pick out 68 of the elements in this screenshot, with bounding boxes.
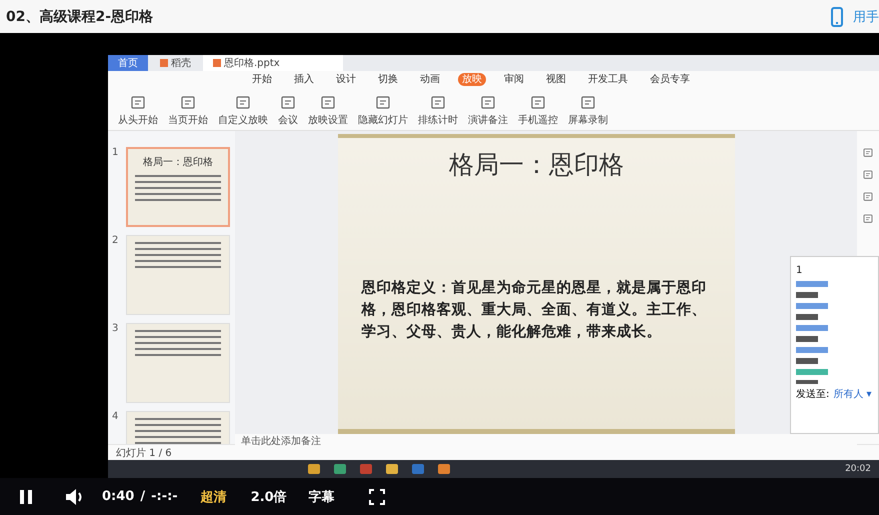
- chat-message: 1: [796, 265, 804, 276]
- sidebar-tool-icon: [862, 169, 874, 181]
- ribbon-tab[interactable]: 开发工具: [584, 72, 632, 86]
- taskbar-app-icon[interactable]: [386, 464, 398, 474]
- slide-body: 恩印格定义：首见星为命元星的恩星，就是属于恩印格，恩印格客观、重大局、全面、有道义。主工作、学习、父母、贵人，能化解危难，带来成长。: [362, 278, 708, 342]
- ribbon-tool-button[interactable]: 放映设置: [306, 95, 350, 127]
- send-to-label: 发送至:: [796, 388, 830, 401]
- document-tab[interactable]: 稻壳: [150, 55, 201, 71]
- ribbon-tab[interactable]: 动画: [416, 72, 444, 86]
- slide-thumbnail[interactable]: [126, 323, 230, 403]
- current-time: 0:40: [102, 489, 134, 504]
- slide-number: 3: [112, 323, 120, 336]
- tool-icon: [579, 95, 597, 111]
- tool-icon: [234, 95, 252, 111]
- ribbon-tab[interactable]: 会员专享: [646, 72, 694, 86]
- video-title: 02、高级课程2-恩印格: [6, 8, 154, 26]
- tool-icon: [529, 95, 547, 111]
- duration: -:-:-: [151, 489, 178, 504]
- ribbon-tool-button[interactable]: 会议: [276, 95, 300, 127]
- file-tab-icon: [160, 59, 168, 67]
- ribbon-tool-button[interactable]: 屏幕录制: [566, 95, 610, 127]
- ribbon-tool-button[interactable]: 演讲备注: [466, 95, 510, 127]
- recipient-dropdown[interactable]: 所有人 ▾: [833, 387, 872, 401]
- file-tab-icon: [213, 59, 221, 67]
- ribbon-tab[interactable]: 切换: [374, 72, 402, 86]
- tool-icon: [279, 95, 297, 111]
- speed-button[interactable]: 2.0倍: [250, 488, 287, 506]
- slide-number: 4: [112, 411, 120, 424]
- taskbar-app-icon[interactable]: [360, 464, 372, 474]
- slide-counter: 幻灯片 1 / 6: [116, 446, 172, 460]
- phone-icon: [831, 6, 843, 26]
- fullscreen-icon[interactable]: [368, 488, 385, 504]
- tool-icon: [479, 95, 497, 111]
- slide-title: 格局一：恩印格: [449, 149, 624, 181]
- taskbar-app-icon[interactable]: [412, 464, 424, 474]
- tool-icon: [429, 95, 447, 111]
- ribbon-tool-button[interactable]: 当页开始: [166, 95, 210, 127]
- ribbon-tab[interactable]: 开始: [248, 72, 276, 86]
- tool-icon: [129, 95, 147, 111]
- taskbar-app-icon[interactable]: [308, 464, 320, 474]
- subtitles-button[interactable]: 字幕: [308, 488, 335, 506]
- ribbon-tab[interactable]: 视图: [542, 72, 570, 86]
- slide-thumbnail[interactable]: 格局一：恩印格: [126, 147, 230, 227]
- ribbon-tab[interactable]: 插入: [290, 72, 318, 86]
- document-tab[interactable]: 恩印格.pptx: [203, 55, 343, 71]
- ribbon-tool-button[interactable]: 手机遥控: [516, 95, 560, 127]
- tool-icon: [374, 95, 392, 111]
- taskbar-clock: 20:02: [845, 464, 871, 474]
- ribbon-tool-button[interactable]: 排练计时: [416, 95, 460, 127]
- quality-button[interactable]: 超清: [200, 488, 227, 506]
- ribbon-tool-button[interactable]: 隐藏幻灯片: [356, 95, 410, 127]
- ribbon-tab[interactable]: 设计: [332, 72, 360, 86]
- ribbon-tool-button[interactable]: 自定义放映: [216, 95, 270, 127]
- ribbon-tool-button[interactable]: 从头开始: [116, 95, 160, 127]
- slide-number: 1: [112, 147, 120, 160]
- sidebar-tool-icon: [862, 191, 874, 203]
- taskbar-app-icon[interactable]: [438, 464, 450, 474]
- taskbar-app-icon[interactable]: [334, 464, 346, 474]
- sidebar-tool-icon: [862, 147, 874, 159]
- tool-icon: [319, 95, 337, 111]
- sidebar-tool-icon: [862, 213, 874, 225]
- tool-icon: [179, 95, 197, 111]
- ribbon-tab[interactable]: 审阅: [500, 72, 528, 86]
- time-separator: /: [140, 489, 146, 504]
- slide-number: 2: [112, 235, 120, 248]
- notes-field[interactable]: 单击此处添加备注: [235, 434, 857, 448]
- slide-thumbnail[interactable]: [126, 235, 230, 315]
- document-tab[interactable]: 首页: [108, 55, 148, 71]
